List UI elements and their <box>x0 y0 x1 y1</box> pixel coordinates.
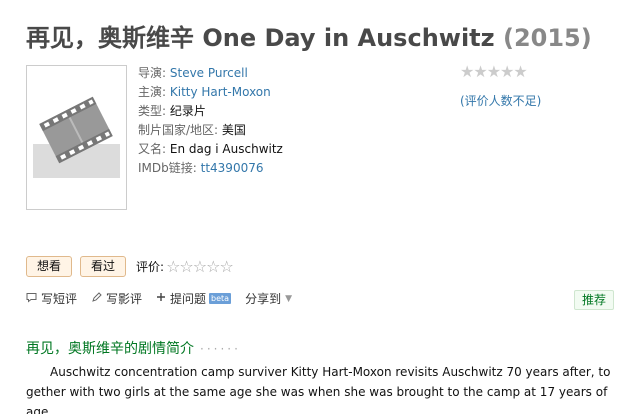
write-review-button[interactable]: 写影评 <box>91 290 142 307</box>
beta-badge: beta <box>209 293 232 304</box>
rating-box: ★★★★★ (评价人数不足) <box>460 62 541 108</box>
rate-stars-icon[interactable]: ☆☆☆☆☆ <box>166 257 234 276</box>
pencil-icon <box>91 291 102 306</box>
country-label: 制片国家/地区: <box>138 123 219 137</box>
page-title: 再见，奥斯维辛 One Day in Auschwitz (2015) <box>26 18 592 53</box>
synopsis-heading: 再见，奥斯维辛的剧情简介 ······ <box>26 338 241 358</box>
genre-label: 类型: <box>138 104 167 118</box>
action-bar: 想看 看过 评价: ☆☆☆☆☆ <box>26 256 234 277</box>
synopsis-text: Auschwitz concentration camp surviver Ki… <box>26 365 611 414</box>
watched-button[interactable]: 看过 <box>80 256 127 277</box>
want-to-watch-button[interactable]: 想看 <box>26 256 73 277</box>
aka-value: En dag i Auschwitz <box>169 142 283 156</box>
genre-row: 类型: 纪录片 <box>138 102 283 121</box>
synopsis-dots: ······ <box>200 342 241 356</box>
cast-link[interactable]: Kitty Hart-Moxon <box>170 85 271 99</box>
aka-label: 又名: <box>138 142 167 156</box>
film-reel-icon <box>33 96 120 178</box>
imdb-label: IMDb链接: <box>138 161 197 175</box>
chevron-down-icon: ▼ <box>285 293 293 304</box>
movie-title: 再见，奥斯维辛 One Day in Auschwitz <box>26 24 495 52</box>
write-review-label: 写影评 <box>106 292 143 306</box>
cast-label: 主演: <box>138 85 167 99</box>
cast-row: 主演: Kitty Hart-Moxon <box>138 83 283 102</box>
plus-icon <box>156 292 166 305</box>
director-link[interactable]: Steve Purcell <box>170 66 248 80</box>
rate-label: 评价: <box>136 260 165 274</box>
rating-stars-icon: ★★★★★ <box>460 62 528 81</box>
write-short-review-button[interactable]: 写短评 <box>26 290 77 307</box>
imdb-row: IMDb链接: tt4390076 <box>138 159 283 178</box>
ask-question-label: 提问题 <box>170 292 207 306</box>
poster-placeholder[interactable] <box>26 65 127 210</box>
director-label: 导演: <box>138 66 167 80</box>
speech-bubble-icon <box>26 292 37 306</box>
rating-count: (评价人数不足) <box>460 94 542 108</box>
share-button[interactable]: 分享到 ▼ <box>245 290 292 307</box>
director-row: 导演: Steve Purcell <box>138 64 283 83</box>
movie-year: (2015) <box>502 24 592 52</box>
movie-info: 导演: Steve Purcell 主演: Kitty Hart-Moxon 类… <box>138 64 283 178</box>
aka-row: 又名: En dag i Auschwitz <box>138 140 283 159</box>
country-row: 制片国家/地区: 美国 <box>138 121 283 140</box>
ask-question-button[interactable]: 提问题 beta <box>156 290 232 307</box>
recommend-button[interactable]: 推荐 <box>574 290 615 310</box>
write-short-review-label: 写短评 <box>41 292 78 306</box>
country-value: 美国 <box>221 123 246 137</box>
imdb-link[interactable]: tt4390076 <box>201 161 264 175</box>
genre-value: 纪录片 <box>169 104 206 118</box>
toolbar: 写短评 写影评 提问题 beta 分享到 ▼ <box>26 290 306 307</box>
synopsis-title: 再见，奥斯维辛的剧情简介 <box>26 341 194 357</box>
share-label: 分享到 <box>245 292 282 306</box>
